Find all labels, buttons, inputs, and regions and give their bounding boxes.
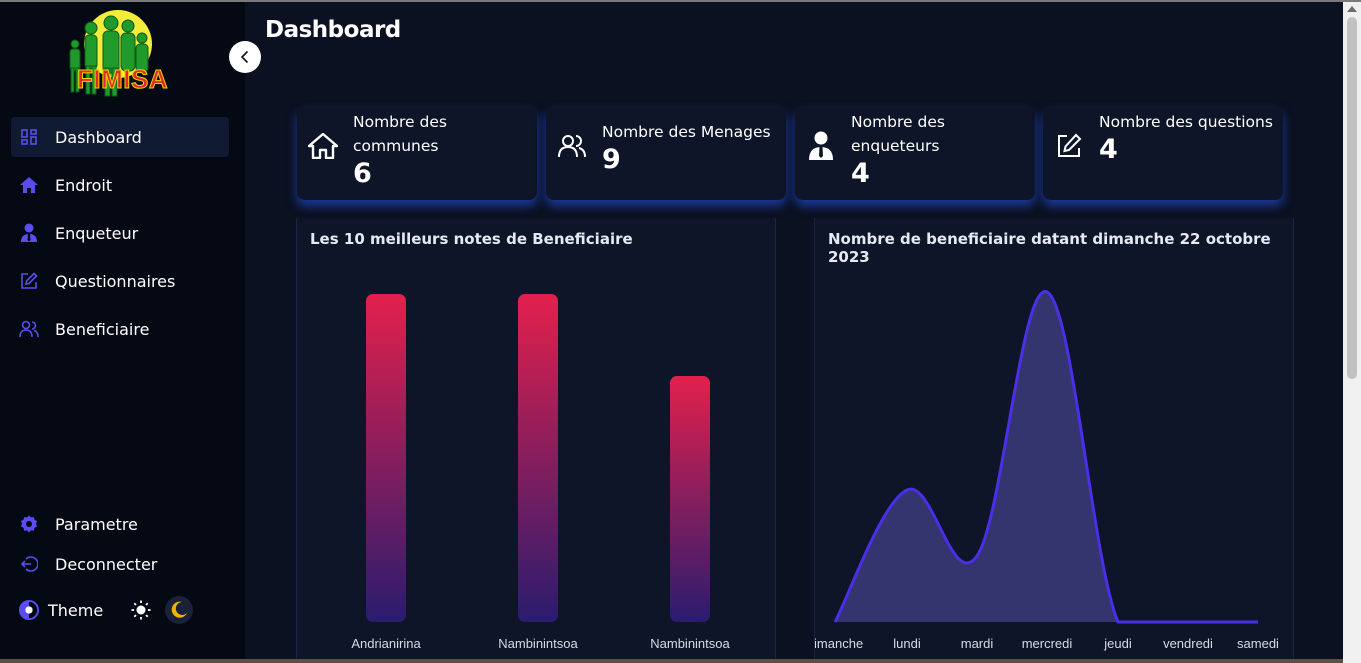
user-tie-icon (805, 130, 837, 162)
page-scrollbar[interactable] (1343, 2, 1361, 663)
theme-row: Theme (19, 596, 194, 624)
area-fill (835, 291, 1258, 622)
stat-card-label: Nombre des questions (1099, 113, 1273, 131)
sidebar-item-endroit[interactable]: Endroit (11, 165, 229, 205)
sidebar-item-parametre[interactable]: Parametre (11, 504, 229, 544)
sidebar-item-questionnaires[interactable]: Questionnaires (11, 261, 229, 301)
bar-1[interactable] (518, 294, 558, 622)
sidebar-item-beneficiaire[interactable]: Beneficiaire (11, 309, 229, 349)
stat-card-label: Nombre des Menages (602, 123, 771, 141)
sidebar-item-label: Dashboard (55, 127, 142, 147)
sidebar-item-deconnecter[interactable]: Deconnecter (11, 544, 229, 584)
sidebar-item-label: Questionnaires (55, 271, 176, 291)
sidebar-bottom-nav: Parametre Deconnecter (11, 504, 229, 584)
bar-chart-title: Les 10 meilleurs notes de Beneficiaire (310, 230, 633, 248)
sun-icon (131, 600, 151, 620)
area-x-tick-label: mardi (961, 636, 994, 651)
app-window: FIMISA Dashboard Endroit Enqueteur Quest… (0, 0, 1361, 663)
area-chart: dimanche lundi mardi mercredi jeudi vendredi s… (815, 290, 1279, 651)
bar-0[interactable] (366, 294, 406, 622)
stat-card-enqueteurs: Nombre des enqueteurs 4 (795, 106, 1035, 200)
bar-x-tick-label: Nambinintsoa (498, 636, 578, 651)
stat-card-value: 9 (602, 144, 621, 175)
scroll-up-arrow-icon[interactable] (1347, 6, 1357, 12)
area-x-tick-label: lundi (893, 636, 921, 651)
area-chart-panel: Nombre de beneficiaire datant dimanche 2… (814, 218, 1294, 663)
stat-card-communes: Nombre des communes 6 (297, 106, 537, 200)
sidebar-item-label: Endroit (55, 175, 113, 195)
stat-card-value: 6 (353, 158, 372, 189)
area-x-tick-label: vendredi (1163, 636, 1213, 651)
taskbar-strip (0, 659, 1343, 663)
bar-x-tick-label: Nambinintsoa (650, 636, 730, 651)
home-icon (307, 130, 339, 162)
dark-theme-button[interactable] (165, 596, 194, 624)
edit-icon (19, 271, 39, 291)
theme-contrast-icon (19, 600, 39, 620)
sidebar-nav: Dashboard Endroit Enqueteur Questionnair… (11, 117, 229, 357)
sidebar: FIMISA Dashboard Endroit Enqueteur Quest… (0, 2, 245, 663)
grid-icon (19, 127, 39, 147)
logout-icon (19, 554, 39, 574)
scrollbar-thumb[interactable] (1347, 17, 1357, 379)
users-icon (19, 319, 39, 339)
sidebar-item-label: Parametre (55, 514, 138, 534)
chevron-left-icon (240, 50, 249, 64)
stat-card-value: 4 (1099, 134, 1118, 165)
bar-x-tick-label: Andrianirina (351, 636, 421, 651)
fimisa-logo: FIMISA (58, 8, 188, 100)
stat-card-label: Nombre des communes (353, 113, 447, 155)
home-icon (19, 175, 39, 195)
logo-text: FIMISA (76, 64, 169, 95)
bar-chart-panel: Les 10 meilleurs notes de Beneficiaire A… (296, 218, 776, 663)
gear-icon (19, 514, 39, 534)
edit-icon (1053, 130, 1085, 162)
area-x-tick-label: samedi (1237, 636, 1279, 651)
area-x-tick-label: dimanche (815, 636, 863, 651)
stat-card-menages: Nombre des Menages 9 (546, 106, 786, 200)
light-theme-button[interactable] (127, 596, 155, 624)
users-icon (556, 130, 588, 162)
moon-icon (171, 601, 188, 618)
user-tie-icon (19, 223, 39, 243)
sidebar-item-label: Enqueteur (55, 223, 139, 243)
bar-2[interactable] (670, 376, 710, 622)
stat-card-label: Nombre des enqueteurs (851, 113, 945, 155)
page-title: Dashboard (265, 17, 401, 43)
stat-card-questions: Nombre des questions 4 (1043, 106, 1283, 200)
area-x-tick-label: mercredi (1022, 636, 1073, 651)
area-x-tick-label: jeudi (1103, 636, 1132, 651)
sidebar-item-label: Beneficiaire (55, 319, 150, 339)
sidebar-item-dashboard[interactable]: Dashboard (11, 117, 229, 157)
sidebar-item-label: Deconnecter (55, 554, 158, 574)
collapse-sidebar-button[interactable] (229, 41, 261, 73)
bar-chart: Andrianirina Nambinintsoa Nambinintsoa (351, 294, 731, 651)
theme-label: Theme (48, 600, 104, 620)
area-chart-title: Nombre de beneficiaire datant dimanche 2… (828, 230, 1271, 266)
sidebar-item-enqueteur[interactable]: Enqueteur (11, 213, 229, 253)
stat-card-value: 4 (851, 158, 870, 189)
